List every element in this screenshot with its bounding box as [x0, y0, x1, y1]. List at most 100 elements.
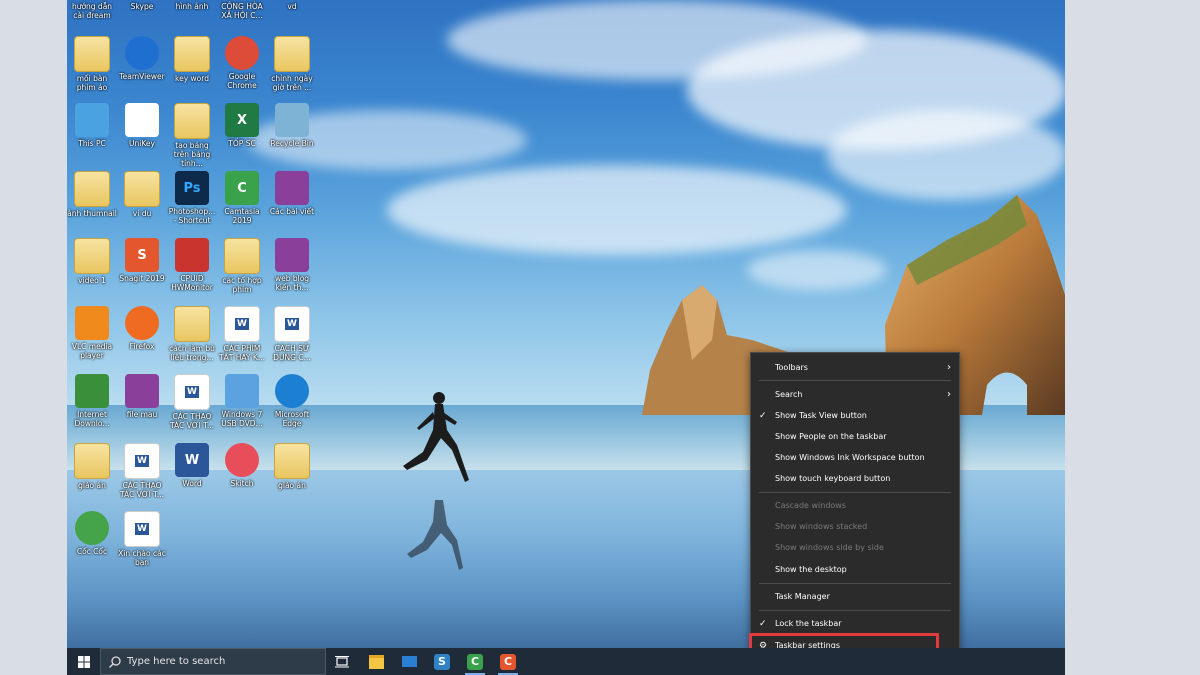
menu-item-show-windows-ink-workspace-button[interactable]: Show Windows Ink Workspace button — [751, 448, 959, 468]
desktop-icon[interactable]: giáo án — [267, 443, 317, 490]
desktop-icon[interactable]: Cốc Cốc — [67, 511, 117, 556]
menu-item-show-touch-keyboard-button[interactable]: Show touch keyboard button — [751, 469, 959, 489]
search-placeholder: Type here to search — [127, 656, 226, 667]
menu-item-lock-the-taskbar[interactable]: ✓ Lock the taskbar — [751, 614, 959, 634]
desktop-icon[interactable]: Google Chrome — [217, 36, 267, 90]
desktop-icon[interactable]: S Snagit 2019 — [117, 238, 167, 283]
desktop-icon[interactable]: W CÁC THAO TÁC VỚI T... — [117, 443, 167, 499]
desktop-icon[interactable]: mối bàn phím ảo — [67, 36, 117, 92]
menu-item-label: Task Manager — [775, 592, 830, 601]
winrar-icon — [275, 171, 309, 205]
desktop-icon-label: Word — [182, 479, 202, 488]
menu-item-search[interactable]: Search › — [751, 385, 959, 405]
vlc-icon — [75, 306, 109, 340]
task-view-button[interactable] — [331, 651, 353, 672]
desktop-icon-label: cách làm bù liệu trong... — [169, 344, 215, 362]
windows-logo-icon — [77, 655, 90, 668]
desktop-icon-label: CPUID HWMonitor — [171, 274, 213, 292]
desktop-icon[interactable]: cách làm bù liệu trong... — [167, 306, 217, 362]
checkmark-icon: ✓ — [759, 411, 767, 421]
camtasia-button[interactable]: C — [464, 651, 486, 672]
menu-item-label: Show the desktop — [775, 565, 847, 574]
desktop-icon-label: key word — [175, 74, 209, 83]
desktop-icon[interactable]: file mau — [117, 374, 167, 419]
desktop-icon[interactable]: Firefox — [117, 306, 167, 351]
desktop-icon-label: Skitch — [230, 479, 254, 488]
desktop-icon[interactable]: CPUID HWMonitor — [167, 238, 217, 292]
chrome-icon — [225, 36, 259, 70]
desktop-icon-label: giáo án — [78, 481, 106, 490]
desktop-icon-label: Xin chào các bạn — [118, 549, 166, 567]
desktop-label[interactable]: Skype — [117, 2, 167, 11]
desktop-icon[interactable]: Internet Downlo... — [67, 374, 117, 428]
desktop-icon-label: chỉnh ngày giờ trên ... — [271, 74, 313, 92]
desktop-label[interactable]: hướng dẫn cài đream — [67, 2, 117, 20]
desktop-icon-label: Microsoft Edge — [274, 410, 310, 428]
desktop-label[interactable]: hình ảnh — [167, 2, 217, 11]
desktop-icon[interactable]: web blog kiến th... — [267, 238, 317, 292]
snagit-editor-button[interactable]: C — [497, 651, 519, 672]
desktop-icon[interactable]: W Word — [167, 443, 217, 488]
desktop-icon[interactable]: tạo bảng trên bảng tính... — [167, 103, 217, 168]
menu-item-label: Cascade windows — [775, 501, 847, 510]
unikey-icon — [125, 103, 159, 137]
desktop-icon[interactable]: W Xin chào các bạn — [117, 511, 167, 567]
menu-item-show-task-view-button[interactable]: ✓ Show Task View button — [751, 406, 959, 426]
menu-item-label: Lock the taskbar — [775, 619, 842, 628]
desktop-icon[interactable]: W CÁC PHÍM TẮT HAY K... — [217, 306, 267, 362]
desktop-icon-label: các tổ hợp phím — [222, 276, 262, 294]
firefox-icon — [125, 306, 159, 340]
taskbar-search-box[interactable]: Type here to search — [100, 648, 326, 675]
desktop-icon[interactable]: ảnh thumnail — [67, 171, 117, 218]
folder-icon — [224, 238, 260, 274]
desktop-icon-label: UniKey — [129, 139, 155, 148]
camtasia-icon: C — [225, 171, 259, 205]
desktop-icon[interactable]: Windows 7 USB DVD... — [217, 374, 267, 428]
desktop-icon[interactable]: Skitch — [217, 443, 267, 488]
coccoc-icon — [75, 511, 109, 545]
desktop-icon[interactable]: ví dụ — [117, 171, 167, 218]
camtasia-icon: C — [467, 653, 483, 670]
desktop-icon[interactable]: Các bài viết — [267, 171, 317, 216]
desktop-icon[interactable]: UniKey — [117, 103, 167, 148]
taskbar: Type here to search S C C — [67, 648, 1065, 675]
desktop-label[interactable]: vd — [267, 2, 317, 11]
checkmark-icon: ✓ — [759, 619, 767, 629]
desktop-icon-label: CÁC THAO TÁC VỚI T... — [169, 412, 215, 430]
desktop-icon[interactable]: Recycle Bin — [267, 103, 317, 148]
menu-item-label: Show Windows Ink Workspace button — [775, 453, 925, 462]
mail-button[interactable] — [398, 651, 420, 672]
desktop-icon[interactable]: Microsoft Edge — [267, 374, 317, 428]
menu-item-show-people-on-the-taskbar[interactable]: Show People on the taskbar — [751, 427, 959, 447]
desktop-icon[interactable]: TeamViewer — [117, 36, 167, 81]
desktop-icon[interactable]: giáo án — [67, 443, 117, 490]
start-button[interactable] — [67, 648, 100, 675]
desktop-icon-label: Photoshop... - Shortcut — [168, 207, 216, 225]
menu-separator — [759, 380, 951, 381]
snagit-button[interactable]: S — [431, 651, 453, 672]
desktop-icon[interactable]: các tổ hợp phím — [217, 238, 267, 294]
hwmonitor-icon — [175, 238, 209, 272]
word-icon: W — [174, 374, 210, 410]
desktop-icon[interactable]: VLC media player — [67, 306, 117, 360]
desktop-icon[interactable]: key word — [167, 36, 217, 83]
menu-item-cascade-windows: Cascade windows — [751, 496, 959, 516]
folder-icon — [74, 443, 110, 479]
desktop-icon[interactable]: Ps Photoshop... - Shortcut — [167, 171, 217, 225]
desktop-icon[interactable]: X TỐP SC — [217, 103, 267, 148]
desktop-icon[interactable]: This PC — [67, 103, 117, 148]
idm-icon — [75, 374, 109, 408]
desktop-icon[interactable]: W CÁC THAO TÁC VỚI T... — [167, 374, 217, 430]
file-explorer-button[interactable] — [365, 651, 387, 672]
menu-item-show-the-desktop[interactable]: Show the desktop — [751, 560, 959, 580]
desktop-label[interactable]: CỘNG HÒA XÃ HỘI C... — [217, 2, 267, 20]
desktop-icon-label: Recycle Bin — [270, 139, 314, 148]
desktop-icon[interactable]: video 1 — [67, 238, 117, 285]
desktop-icon[interactable]: C Camtasia 2019 — [217, 171, 267, 225]
desktop-icon[interactable]: chỉnh ngày giờ trên ... — [267, 36, 317, 92]
menu-item-toolbars[interactable]: Toolbars › — [751, 358, 959, 378]
desktop-icon[interactable]: W CÁCH SỬ DỤNG C... — [267, 306, 317, 362]
winrar-icon — [125, 374, 159, 408]
desktop-icon-label: CÁC THAO TÁC VỚI T... — [119, 481, 165, 499]
menu-item-task-manager[interactable]: Task Manager — [751, 587, 959, 607]
